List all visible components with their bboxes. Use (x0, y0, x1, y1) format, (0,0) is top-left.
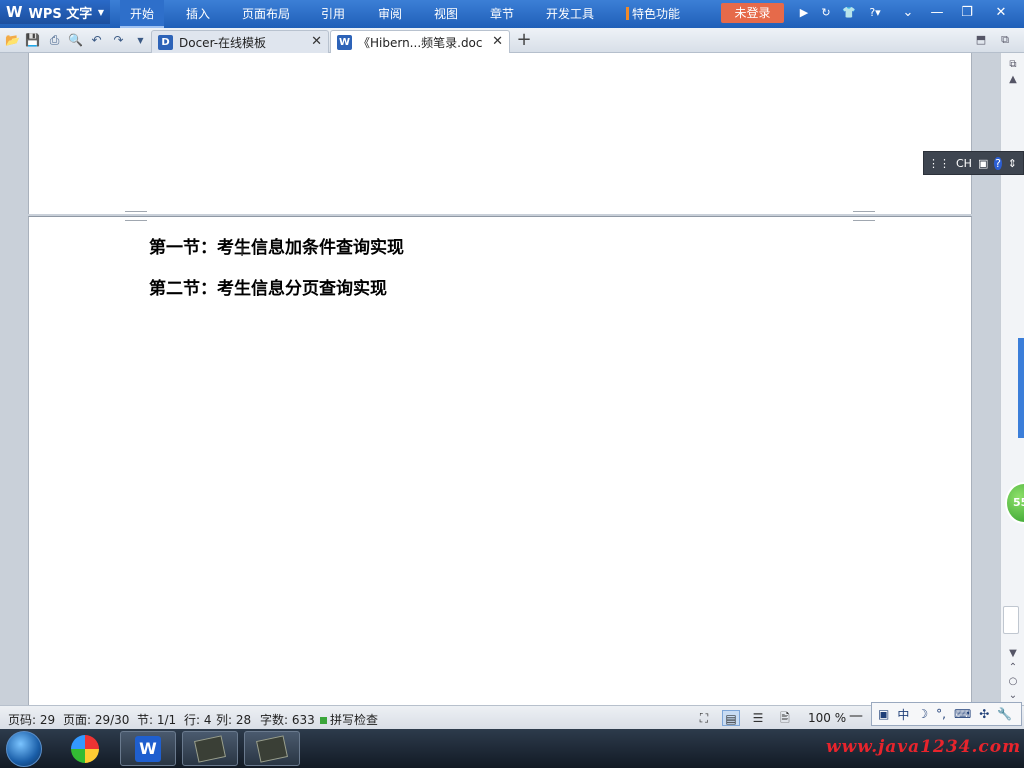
tab-special-features[interactable]: 特色功能 (626, 0, 680, 28)
document-line-2[interactable]: 第二节：考生信息分页查询实现 (149, 274, 387, 299)
input-method-icon[interactable]: ▣ (978, 157, 988, 170)
document-line-1[interactable]: 第一节：考生信息加条件查询实现 (149, 233, 404, 258)
page-current[interactable]: 第一节：考生信息加条件查询实现 第二节：考生信息分页查询实现 I (28, 211, 972, 705)
close-icon[interactable]: ✕ (990, 4, 1012, 22)
tab-document-label: 《Hibern...频笔录.doc (358, 35, 483, 50)
document-area: 第一节：考生信息加条件查询实现 第二节：考生信息分页查询实现 I (0, 53, 1000, 705)
tab-review[interactable]: 审阅 (378, 0, 402, 28)
grip-icon[interactable]: ⋮⋮ (928, 157, 950, 170)
customize-dropdown-icon[interactable]: ▼ (133, 33, 148, 48)
half-width-moon-icon[interactable]: ☽ (917, 707, 928, 721)
tab-home[interactable]: 开始 (120, 0, 165, 28)
taskbar-wps-writer[interactable]: W (120, 731, 176, 766)
tab-current-document[interactable]: W 《Hibern...频笔录.doc ✕ (330, 30, 510, 53)
status-section: 节: 1/1 (137, 713, 177, 727)
web-view-icon[interactable]: 🖹 (776, 710, 794, 726)
ime-toolbar[interactable]: ▣ 中 ☽ °, ⌨ ✣ 🔧 (871, 702, 1022, 726)
login-button[interactable]: 未登录 (721, 3, 784, 23)
page-view-icon[interactable]: ▤ (722, 710, 740, 726)
options-dropdown-icon[interactable]: ⇕ (1008, 157, 1017, 170)
ribbon-collapse-icon[interactable]: ⌄ (897, 4, 919, 22)
tab-docer-templates[interactable]: D Docer-在线模板 ✕ (151, 30, 329, 53)
tab-insert[interactable]: 插入 (186, 0, 210, 28)
taskbar-media-app-icon[interactable] (57, 731, 113, 766)
app-menu-button[interactable]: W WPS 文字 ▼ (0, 0, 110, 24)
split-view-icon[interactable]: ⧉ (1005, 58, 1021, 72)
tab-docer-label: Docer-在线模板 (179, 35, 267, 50)
previous-page-icon[interactable]: ⌃ (1005, 661, 1021, 675)
start-button[interactable] (6, 731, 42, 767)
tab-developer-tools[interactable]: 开发工具 (546, 0, 594, 28)
margin-corner-mark-right (853, 211, 875, 221)
scrollbar-thumb[interactable] (1003, 606, 1019, 634)
spell-check-toggle[interactable]: 拼写检查 (320, 711, 378, 728)
watermark-text: www.java1234.com (826, 737, 1022, 757)
language-label[interactable]: CH (956, 157, 972, 170)
page-previous[interactable] (28, 53, 972, 214)
status-page-number: 页码: 29 (8, 713, 56, 727)
help-circle-icon[interactable]: ? (994, 156, 1002, 170)
restore-icon[interactable]: ❐ (956, 4, 978, 22)
ime-tools-icon[interactable]: ✣ (979, 707, 989, 721)
browse-object-icon[interactable]: ○ (1005, 675, 1021, 689)
taskbar-app-window-1[interactable] (182, 731, 238, 766)
floating-language-toolbar[interactable]: ⋮⋮ CH ▣ ? ⇕ (923, 151, 1024, 175)
word-doc-icon: W (337, 34, 352, 50)
close-tab-docer-icon[interactable]: ✕ (311, 34, 322, 49)
app-window-icon (194, 734, 226, 763)
redo-icon[interactable]: ↷ (111, 33, 126, 48)
docer-icon: D (158, 34, 173, 50)
outline-view-icon[interactable]: ☰ (749, 710, 767, 726)
skin-shirt-icon[interactable]: 👕 (842, 6, 856, 20)
zoom-out-icon[interactable]: — (849, 708, 863, 724)
caret-down-icon: ▼ (97, 7, 104, 17)
menu-bar: W WPS 文字 ▼ 开始 插入 页面布局 引用 审阅 视图 章节 开发工具 特… (0, 0, 1024, 28)
play-icon[interactable]: ▶ (797, 6, 811, 20)
ime-logo-icon[interactable]: ▣ (878, 707, 889, 721)
taskbar-app-window-2[interactable] (244, 731, 300, 766)
sync-icon[interactable]: ↻ (819, 6, 833, 20)
save-icon[interactable]: 💾 (25, 33, 40, 48)
orange-marker-icon (626, 7, 629, 20)
document-tab-strip: 📂 💾 ⎙ 🔍 ↶ ↷ ▼ D Docer-在线模板 ✕ W 《Hibern..… (0, 28, 1024, 53)
wps-writer-icon: W (135, 735, 161, 762)
tab-menu-icon[interactable]: ⬒ (974, 33, 988, 47)
recording-app-icon (256, 734, 288, 763)
ime-language[interactable]: 中 (897, 706, 909, 723)
zoom-level[interactable]: 100 % (808, 711, 846, 725)
undo-icon[interactable]: ↶ (89, 33, 104, 48)
print-preview-icon[interactable]: 🔍 (68, 33, 83, 48)
tab-chapter[interactable]: 章节 (490, 0, 514, 28)
tab-special-features-label: 特色功能 (632, 7, 681, 21)
spell-check-indicator-icon (320, 717, 327, 724)
status-pages: 页面: 29/30 (63, 713, 130, 727)
open-folder-icon[interactable]: 📂 (5, 33, 20, 48)
status-row: 行: 4 (184, 713, 212, 727)
margin-corner-mark-left (125, 211, 147, 221)
close-tab-document-icon[interactable]: ✕ (492, 34, 503, 49)
full-screen-view-icon[interactable]: ⛶ (695, 710, 713, 726)
minimize-icon[interactable]: — (926, 4, 948, 22)
status-column: 列: 28 (216, 713, 252, 727)
side-panel-toggle[interactable] (1018, 338, 1024, 438)
ime-settings-wrench-icon[interactable]: 🔧 (997, 707, 1012, 721)
tab-restore-icon[interactable]: ⧉ (998, 33, 1012, 47)
colorful-orb-icon (71, 734, 99, 763)
tab-view[interactable]: 视图 (434, 0, 458, 28)
soft-keyboard-icon[interactable]: ⌨ (954, 707, 971, 721)
spell-check-label: 拼写检查 (330, 713, 379, 727)
wps-logo-icon: W (6, 3, 23, 21)
ibeam-cursor-icon: I (240, 244, 245, 260)
tab-page-layout[interactable]: 页面布局 (242, 0, 290, 28)
app-name: WPS 文字 (28, 6, 93, 22)
scroll-down-arrow-icon[interactable]: ▼ (1005, 647, 1021, 661)
new-tab-button[interactable]: + (514, 30, 534, 50)
help-icon[interactable]: ?▾ (865, 6, 885, 20)
next-page-icon[interactable]: ⌄ (1005, 689, 1021, 703)
punctuation-icon[interactable]: °, (936, 707, 946, 721)
tab-references[interactable]: 引用 (321, 0, 345, 28)
status-word-count[interactable]: 字数: 633 (260, 711, 315, 728)
scroll-up-arrow-icon[interactable]: ▲ (1005, 73, 1021, 87)
print-icon[interactable]: ⎙ (47, 33, 62, 48)
